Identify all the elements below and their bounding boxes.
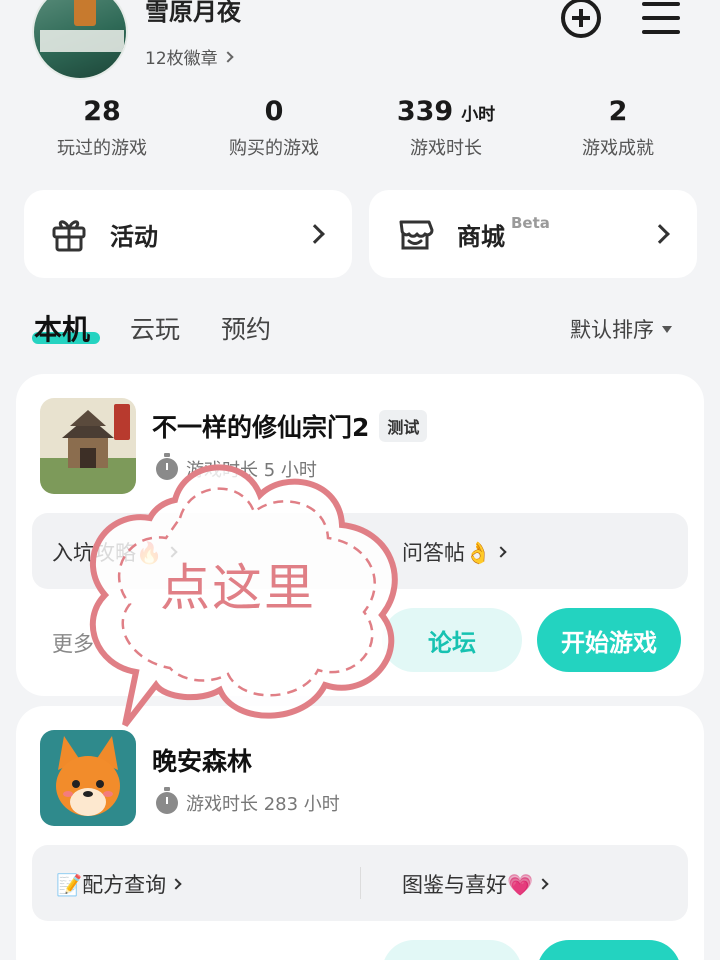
shop-icon — [399, 220, 434, 250]
game-card[interactable]: 晚安森林 游戏时长 283 小时 📝配方查询 图鉴与喜好💗 — [16, 706, 704, 960]
chevron-right-icon — [537, 878, 549, 890]
stat-label: 游戏时长 — [410, 138, 482, 159]
test-tag: 测试 — [379, 410, 428, 442]
chevron-right-icon — [170, 878, 182, 890]
add-circle-icon[interactable] — [561, 0, 601, 38]
stat-played-games[interactable]: 28 玩过的游戏 — [16, 96, 188, 160]
chevron-right-icon — [495, 546, 507, 558]
tab-cloud[interactable]: 云玩 — [130, 310, 180, 346]
start-game-button[interactable] — [537, 940, 681, 960]
divider — [360, 867, 361, 899]
tab-reserved[interactable]: 预约 — [221, 310, 271, 346]
menu-icon[interactable] — [642, 2, 680, 34]
chevron-right-icon — [221, 50, 234, 63]
stat-value: 339 — [396, 96, 454, 127]
stat-purchased-games[interactable]: 0 购买的游戏 — [188, 96, 360, 160]
forum-button[interactable] — [382, 940, 522, 960]
user-avatar[interactable] — [32, 0, 128, 80]
playtime: 游戏时长 283 小时 — [156, 787, 340, 816]
stat-value: 28 — [83, 96, 121, 127]
game-title[interactable]: 不一样的修仙宗门2 — [152, 408, 369, 444]
tab-local[interactable]: 本机 — [34, 308, 90, 348]
game-title[interactable]: 晚安森林 — [152, 742, 252, 778]
playtime-text: 游戏时长 283 小时 — [186, 794, 340, 815]
recipe-link[interactable]: 📝配方查询 — [56, 869, 182, 899]
stat-label: 购买的游戏 — [229, 138, 319, 159]
stat-unit: 小时 — [461, 105, 496, 125]
caret-down-icon — [662, 325, 672, 333]
mall-label: 商城 — [457, 222, 505, 251]
sort-label: 默认排序 — [570, 318, 654, 342]
stat-achievements[interactable]: 2 游戏成就 — [532, 96, 704, 160]
stat-value: 0 — [264, 96, 284, 127]
sort-dropdown[interactable]: 默认排序 — [570, 314, 672, 344]
game-icon[interactable] — [40, 730, 136, 826]
stat-label: 玩过的游戏 — [57, 138, 147, 159]
stat-play-time[interactable]: 339 小时 游戏时长 — [360, 96, 532, 160]
activity-label: 活动 — [110, 222, 158, 251]
chevron-right-icon — [650, 224, 670, 244]
badges-link[interactable]: 12枚徽章 — [145, 44, 234, 69]
recipe-link-label: 📝配方查询 — [56, 873, 167, 897]
timer-icon — [156, 787, 178, 814]
start-game-button[interactable]: 开始游戏 — [537, 608, 681, 672]
encyclopedia-link[interactable]: 图鉴与喜好💗 — [402, 869, 549, 899]
stat-value: 2 — [608, 96, 628, 127]
callout-text: 点这里 — [160, 559, 316, 617]
encyclopedia-link-label: 图鉴与喜好💗 — [402, 873, 534, 897]
avatar-image-figure — [74, 0, 96, 26]
stat-label: 游戏成就 — [582, 138, 654, 159]
gift-icon — [52, 220, 86, 252]
badges-count: 12枚徽章 — [145, 49, 218, 69]
quick-links-bar: 📝配方查询 图鉴与喜好💗 — [32, 845, 688, 921]
mall-entry[interactable]: 商城 Beta — [369, 190, 697, 278]
beta-badge: Beta — [511, 214, 550, 232]
user-name[interactable]: 雪原月夜 — [145, 0, 241, 27]
chevron-right-icon — [305, 224, 325, 244]
avatar-image-paper — [40, 30, 124, 52]
activity-entry[interactable]: 活动 — [24, 190, 352, 278]
